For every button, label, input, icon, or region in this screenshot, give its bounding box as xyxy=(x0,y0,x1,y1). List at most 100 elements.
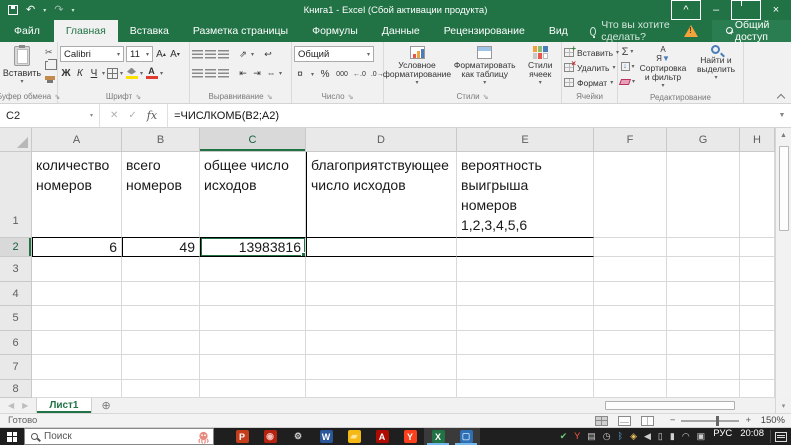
format-painter-icon[interactable] xyxy=(45,76,55,83)
cell-C8[interactable] xyxy=(200,380,306,398)
taskbar-app-file-explorer[interactable]: ▰ xyxy=(340,428,368,445)
restore-button[interactable] xyxy=(731,0,761,20)
grow-font-button[interactable]: А ▴ xyxy=(155,47,167,61)
undo-icon[interactable]: ↶ xyxy=(26,4,35,16)
tab-formulas[interactable]: Формулы xyxy=(300,20,370,42)
device-icon[interactable]: ▮ xyxy=(670,432,675,441)
cell-H8[interactable] xyxy=(740,380,775,398)
cell-A1[interactable]: количество номеров xyxy=(32,152,122,238)
cell-H3[interactable] xyxy=(740,257,775,282)
save-icon[interactable] xyxy=(8,5,18,15)
cut-icon[interactable]: ✂ xyxy=(45,47,55,58)
merge-center-icon[interactable]: ⇔ xyxy=(265,66,277,80)
printer-icon[interactable]: ▣ xyxy=(697,432,706,441)
select-all-corner[interactable] xyxy=(0,128,32,152)
column-header-F[interactable]: F xyxy=(594,128,667,152)
fill-button[interactable]: ↓ ▾ xyxy=(620,60,635,73)
format-as-table-button[interactable]: Форматировать как таблицу ▾ xyxy=(451,44,518,88)
cell-F8[interactable] xyxy=(594,380,667,398)
cell-H4[interactable] xyxy=(740,282,775,306)
format-cells-button[interactable]: Формат ▾ xyxy=(564,75,613,90)
cell-F4[interactable] xyxy=(594,282,667,306)
row-header-4[interactable]: 4 xyxy=(0,282,32,306)
cell-G3[interactable] xyxy=(667,257,740,282)
tab-insert[interactable]: Вставка xyxy=(118,20,181,42)
new-sheet-icon[interactable]: ⊕ xyxy=(92,398,121,413)
cell-E5[interactable] xyxy=(457,306,594,331)
tab-data[interactable]: Данные xyxy=(370,20,432,42)
increase-decimal-icon[interactable]: ←.0 xyxy=(353,67,366,81)
dialog-launcher-icon[interactable]: ⇘ xyxy=(483,93,489,101)
cell-A5[interactable] xyxy=(32,306,122,331)
vertical-scroll-thumb[interactable] xyxy=(778,146,789,231)
align-center-icon[interactable] xyxy=(205,68,216,78)
cell-E6[interactable] xyxy=(457,331,594,355)
delete-cells-button[interactable]: Удалить▾ xyxy=(564,59,615,75)
cell-F3[interactable] xyxy=(594,257,667,282)
cell-B6[interactable] xyxy=(122,331,200,355)
minimize-button[interactable]: – xyxy=(701,0,731,20)
sort-filter-button[interactable]: А Я▼ Сортировка и фильтр ▾ xyxy=(638,44,688,91)
wrap-text-icon[interactable]: ↩ xyxy=(262,47,274,61)
zoom-in-icon[interactable]: + xyxy=(745,415,751,426)
page-break-view-icon[interactable] xyxy=(640,415,654,426)
cell-E3[interactable] xyxy=(457,257,594,282)
increase-indent-icon[interactable]: ⇥ xyxy=(251,66,263,80)
paste-button[interactable]: Вставить ▾ xyxy=(2,44,42,85)
cell-D6[interactable] xyxy=(306,331,457,355)
scroll-up-icon[interactable]: ▲ xyxy=(780,128,787,142)
align-right-icon[interactable] xyxy=(218,68,229,78)
zoom-out-icon[interactable]: − xyxy=(670,415,676,426)
cell-E7[interactable] xyxy=(457,355,594,380)
battery-icon[interactable]: ▯ xyxy=(658,432,663,441)
cell-B1[interactable]: всего номеров xyxy=(122,152,200,238)
horizontal-scrollbar[interactable] xyxy=(605,398,775,413)
taskbar-app-display[interactable]: ▢ xyxy=(452,428,480,445)
next-sheet-icon[interactable]: ▶ xyxy=(22,401,28,410)
cell-C2[interactable]: 13983816 xyxy=(200,238,306,257)
cell-H2[interactable] xyxy=(740,238,775,257)
cell-B2[interactable]: 49 xyxy=(122,238,200,257)
cell-B8[interactable] xyxy=(122,380,200,398)
cell-D2[interactable] xyxy=(306,238,457,257)
cell-C3[interactable] xyxy=(200,257,306,282)
cell-E8[interactable] xyxy=(457,380,594,398)
percent-style-icon[interactable]: % xyxy=(319,67,331,81)
formula-input[interactable]: =ЧИСЛКОМБ(B2;A2) xyxy=(168,104,773,127)
zoom-slider[interactable] xyxy=(681,415,740,426)
cell-D7[interactable] xyxy=(306,355,457,380)
underline-button[interactable]: Ч xyxy=(88,66,100,80)
copy-icon[interactable] xyxy=(45,59,57,70)
tab-view[interactable]: Вид xyxy=(537,20,580,42)
cell-B4[interactable] xyxy=(122,282,200,306)
antivirus-icon[interactable]: ✔ xyxy=(560,432,568,441)
zoom-slider-thumb[interactable] xyxy=(716,415,720,426)
undo-dropdown-icon[interactable]: ▾ xyxy=(43,7,46,14)
align-bottom-icon[interactable] xyxy=(218,49,229,59)
cell-B7[interactable] xyxy=(122,355,200,380)
vertical-scrollbar[interactable]: ▲ xyxy=(775,128,791,398)
row-header-2[interactable]: 2 xyxy=(0,238,32,257)
cell-E4[interactable] xyxy=(457,282,594,306)
cell-D3[interactable] xyxy=(306,257,457,282)
taskbar-app-settings[interactable]: ⚙ xyxy=(284,428,312,445)
align-top-icon[interactable] xyxy=(192,49,203,59)
column-header-A[interactable]: A xyxy=(32,128,122,152)
dialog-launcher-icon[interactable]: ⇘ xyxy=(267,93,273,101)
tab-home[interactable]: Главная xyxy=(53,20,118,42)
cell-E2[interactable] xyxy=(457,238,594,257)
shrink-font-button[interactable]: А ▾ xyxy=(169,47,181,61)
cell-styles-button[interactable]: Стили ячеек ▾ xyxy=(521,44,559,88)
row-header-7[interactable]: 7 xyxy=(0,355,32,380)
zoom-level[interactable]: 150% xyxy=(759,415,791,426)
share-button[interactable]: Общий доступ xyxy=(712,19,791,43)
cell-F1[interactable] xyxy=(594,152,667,238)
row-header-1[interactable]: 1 xyxy=(0,152,32,238)
cell-G6[interactable] xyxy=(667,331,740,355)
start-button[interactable] xyxy=(0,428,24,445)
collapse-ribbon-icon[interactable] xyxy=(777,92,785,100)
accounting-format-icon[interactable]: ¤ xyxy=(294,67,306,81)
action-center-icon[interactable] xyxy=(775,431,787,442)
taskbar-clock[interactable]: 20:08 xyxy=(736,428,768,445)
tab-page-layout[interactable]: Разметка страницы xyxy=(181,20,300,42)
